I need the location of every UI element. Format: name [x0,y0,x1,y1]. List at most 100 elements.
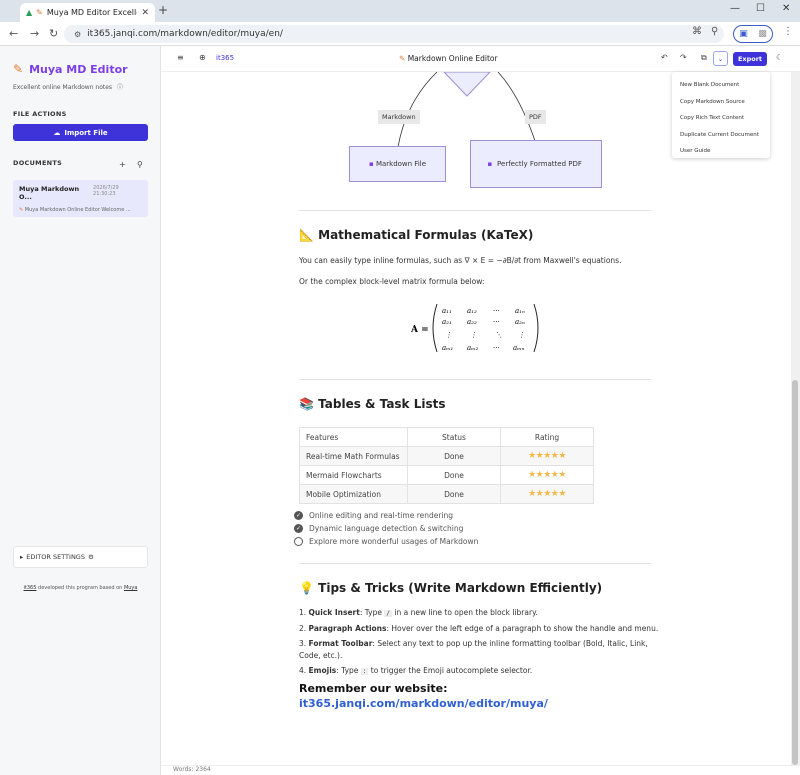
table-header: Status [407,427,501,447]
feather-icon: ✎ [399,54,406,63]
redo-icon[interactable]: ↷ [680,53,687,62]
import-file-button[interactable]: ☁ Import File [13,124,148,141]
more-options-button[interactable]: ⌄ [713,51,728,66]
footer-brand-link[interactable]: it365 [24,585,37,591]
math-heading: 📐 Mathematical Formulas (KaTeX) [299,228,533,242]
editor-topbar: ≡ ⊕ it365 ✎ Markdown Online Editor ↶ ↷ ⧉… [161,46,800,72]
globe-icon[interactable]: ⊕ [199,53,206,62]
table-header: Features [299,427,408,447]
undo-icon[interactable]: ↶ [661,53,668,62]
topbar-brand[interactable]: it365 [216,54,234,62]
menu-icon[interactable]: ⋮ [783,26,793,37]
document-card[interactable]: Muya Markdown O... 2026/7/29 21:30:23 ✎ … [13,180,148,217]
svg-text:···: ··· [493,344,500,352]
close-tab-icon[interactable]: ✕ [141,8,149,18]
math-heading-text: Mathematical Formulas (KaTeX) [318,228,534,242]
profile-icon[interactable]: ▩ [758,29,767,39]
zoom-icon[interactable]: ⚲ [711,26,718,37]
divider [299,379,651,380]
tables-heading: 📚 Tables & Task Lists [299,397,446,411]
minimize-icon[interactable]: — [730,3,740,14]
info-icon[interactable]: ⓘ [117,84,123,91]
svg-text:a₁ₙ: a₁ₙ [515,307,525,315]
table-cell: Done [407,484,501,504]
translate-icon[interactable]: ⌘ [692,26,702,37]
document-title: Muya Markdown O... [19,185,80,201]
menu-item-copy-rich-text[interactable]: Copy Rich Text Content [672,110,770,127]
menu-item-duplicate-document[interactable]: Duplicate Current Document [672,127,770,144]
status-bar: Words: 2364 [161,765,800,775]
tab-favicon-icon: ▲ [26,8,33,17]
document-snippet: Muya Markdown Online Editor Welcome ... [24,207,131,213]
floppy-icon: ▪ [487,160,493,168]
flow-label-pdf: PDF [525,110,546,124]
browser-toolbar: ← → ↻ ⚙ it365.janqi.com/markdown/editor/… [0,22,800,46]
table-cell: Done [407,465,501,485]
export-button[interactable]: Export [733,52,767,66]
footer-muya-link[interactable]: Muya [124,585,138,591]
list-item-bold: Paragraph Actions [308,624,387,633]
unchecked-checkbox-icon[interactable] [294,537,303,546]
star-rating-icon: ★★★★★ [500,484,594,504]
documents-title: DOCUMENTS [13,159,63,167]
browser-tab[interactable]: ▲ ✎ Muya MD Editor Excellent ✕ [20,3,155,22]
maximize-icon[interactable]: ☐ [756,3,765,14]
task-item[interactable]: Explore more wonderful usages of Markdow… [294,537,478,546]
books-icon: 📚 [299,397,314,411]
menu-item-copy-markdown[interactable]: Copy Markdown Source [672,94,770,111]
flow-decision-shape [443,72,491,97]
copy-icon[interactable]: ⧉ [701,53,707,63]
editor-content[interactable]: Markdown PDF ▪ Markdown File ▪ Perfectly… [161,72,791,765]
add-document-icon[interactable]: + [119,160,126,169]
extension-group[interactable]: ▣ ▩ [733,25,773,43]
list-item: 2. Paragraph Actions: Hover over the lef… [299,623,659,635]
sidebar: ✎ Muya MD Editor Excellent online Markdo… [0,46,161,775]
url-text: it365.janqi.com/markdown/editor/muya/en/ [87,29,283,39]
svg-text:a₁₁: a₁₁ [442,307,452,315]
scroll-thumb[interactable] [792,380,798,765]
address-bar[interactable]: ⚙ it365.janqi.com/markdown/editor/muya/e… [64,25,724,43]
table-row: Mobile Optimization Done ★★★★★ [299,484,594,504]
word-count: Words: 2364 [173,766,211,773]
new-tab-button[interactable]: + [158,3,168,17]
close-window-icon[interactable]: ✕ [782,3,790,14]
divider [299,210,651,211]
menu-item-new-blank-document[interactable]: New Blank Document [672,77,770,94]
task-item[interactable]: ✓ Online editing and real-time rendering [294,511,453,520]
math-block-text: Or the complex block-level matrix formul… [299,277,485,286]
list-number: 1. [299,608,307,617]
math-inline-text: You can easily type inline formulas, suc… [299,256,622,265]
task-item[interactable]: ✓ Dynamic language detection & switching [294,524,463,533]
tables-heading-text: Tables & Task Lists [318,397,446,411]
search-icon[interactable]: ⚲ [137,160,143,169]
table-header-row: Features Status Rating [299,427,594,447]
svg-text:⋮: ⋮ [445,331,452,339]
checked-checkbox-icon[interactable]: ✓ [294,511,303,520]
editor-settings-toggle[interactable]: ▸ EDITOR SETTINGS ⚙ [13,546,148,568]
lightbulb-icon: 💡 [299,581,314,595]
document-date: 2026/7/29 21:30:23 [93,185,119,197]
content-scrollbar[interactable] [791,72,800,765]
website-link[interactable]: it365.janqi.com/markdown/editor/muya/ [299,697,548,710]
feather-icon: ✎ [13,62,24,76]
reload-icon[interactable]: ↻ [49,27,58,40]
svg-text:⋱: ⋱ [495,331,502,339]
checked-checkbox-icon[interactable]: ✓ [294,524,303,533]
more-options-menu: New Blank Document Copy Markdown Source … [672,72,770,158]
tips-list: 1. Quick Insert: Type / in a new line to… [299,607,659,681]
import-label: Import File [64,128,108,137]
forward-icon[interactable]: → [30,27,39,40]
list-number: 4. [299,666,307,675]
reader-icon[interactable]: ▣ [739,29,748,39]
flow-box-pdf-text: Perfectly Formatted PDF [497,160,582,168]
menu-item-user-guide[interactable]: User Guide [672,143,770,160]
site-info-icon[interactable]: ⚙ [74,30,81,39]
svg-text:a₂₁: a₂₁ [442,318,452,326]
list-item-bold: Emojis [308,666,337,675]
inline-code: / [384,610,392,617]
hamburger-icon[interactable]: ≡ [177,53,184,62]
back-icon[interactable]: ← [9,27,18,40]
theme-toggle-icon[interactable]: ☾ [776,53,783,62]
star-rating-icon: ★★★★★ [500,465,594,485]
tips-heading-text: Tips & Tricks (Write Markdown Efficientl… [318,581,603,595]
